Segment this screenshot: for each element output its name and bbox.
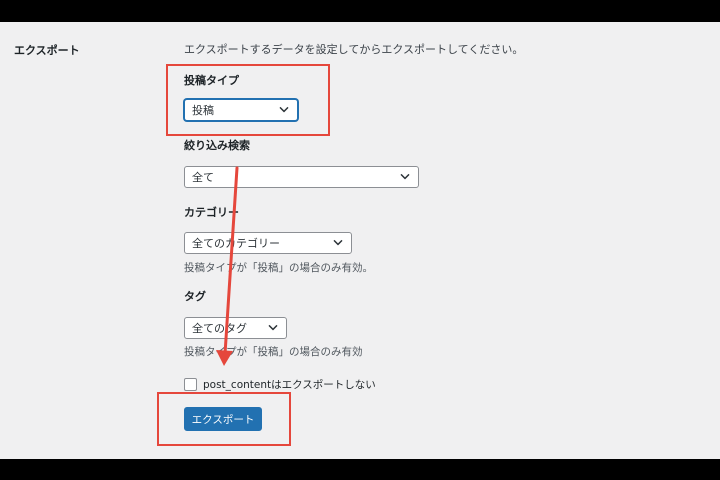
- tag-help: 投稿タイプが「投稿」の場合のみ有効: [184, 346, 363, 358]
- export-settings-panel: エクスポート エクスポートするデータを設定してからエクスポートしてください。 投…: [0, 22, 720, 459]
- filter-select-value: 全て: [192, 171, 214, 184]
- category-label: カテゴリー: [184, 206, 239, 219]
- annotation-box-export-button: [157, 392, 291, 446]
- chevron-down-icon: [399, 170, 411, 182]
- tag-select-value: 全てのタグ: [192, 322, 247, 335]
- category-help: 投稿タイプが「投稿」の場合のみ有効。: [184, 262, 373, 274]
- tag-select[interactable]: 全てのタグ: [184, 317, 287, 339]
- exclude-content-option[interactable]: post_contentはエクスポートしない: [184, 377, 376, 392]
- tag-label: タグ: [184, 290, 206, 303]
- export-description: エクスポートするデータを設定してからエクスポートしてください。: [184, 43, 524, 56]
- section-label: エクスポート: [14, 44, 80, 57]
- exclude-content-checkbox[interactable]: [184, 378, 197, 391]
- category-select[interactable]: 全てのカテゴリー: [184, 232, 352, 254]
- annotation-box-post-type: [166, 64, 330, 136]
- filter-label: 絞り込み検索: [184, 139, 250, 152]
- chevron-down-icon: [267, 321, 279, 333]
- filter-select[interactable]: 全て: [184, 166, 419, 188]
- category-select-value: 全てのカテゴリー: [192, 237, 280, 250]
- chevron-down-icon: [332, 236, 344, 248]
- exclude-content-label: post_contentはエクスポートしない: [203, 379, 376, 391]
